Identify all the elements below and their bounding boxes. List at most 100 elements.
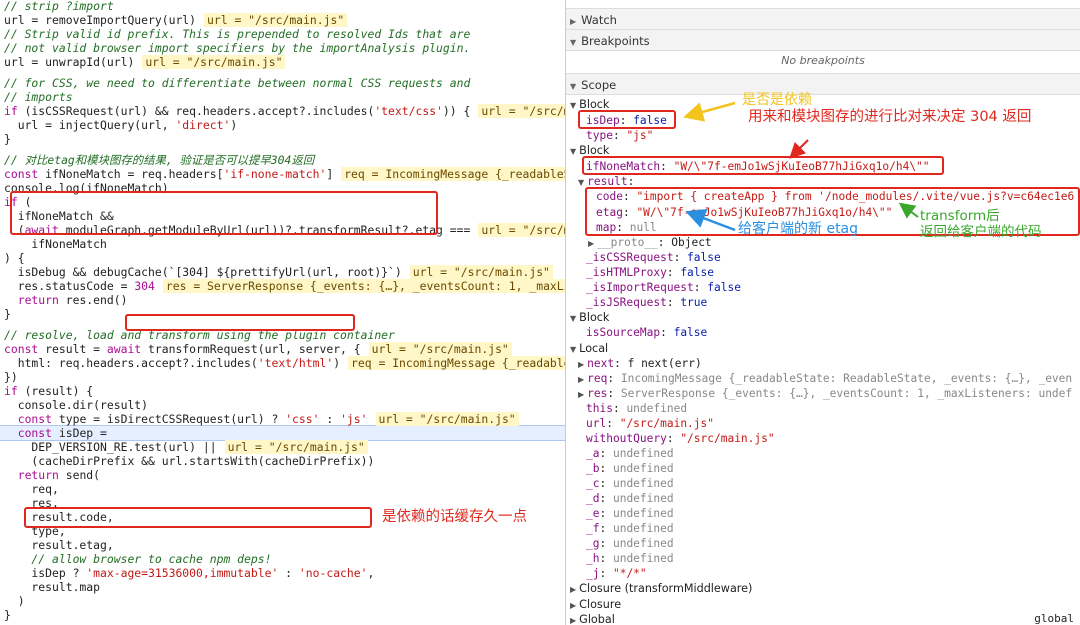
code-token: url = removeImportQuery(url) [4, 13, 197, 27]
chevron-right-icon[interactable]: ▶ [570, 585, 576, 594]
debugger-sidebar[interactable]: ▶ Watch ▼ Breakpoints No breakpoints ▼ Scop… [566, 0, 1080, 625]
scope-value: : [614, 357, 628, 370]
code-line: DEP_VERSION_RE.test(url) || url = "/src/m… [4, 440, 368, 454]
code-line: ) [4, 594, 25, 608]
scope-value: : [599, 462, 613, 475]
breakpoints-label: Breakpoints [581, 34, 650, 48]
compare-annotation: 用来和模块图存的进行比对来决定 304 返回 [748, 109, 1032, 125]
scope-entry: _d: undefined [586, 491, 674, 506]
scope-value: true [680, 296, 708, 309]
scope-entry: _a: undefined [586, 446, 674, 461]
inline-value: url = "/src/ma [478, 104, 565, 118]
code-token: 'css' [285, 412, 320, 426]
code-token: res, [4, 496, 59, 510]
chevron-down-icon[interactable]: ▼ [570, 345, 576, 354]
chevron-right-icon[interactable]: ▶ [578, 360, 584, 369]
code-line: const isDep = [4, 426, 107, 440]
code-line: // 对比etag和模块图存的结果, 验证是否可以提早304返回 [4, 153, 314, 167]
code-line: url = unwrapId(url) url = "/src/main.js" [4, 55, 286, 69]
scope-entry: _g: undefined [586, 536, 674, 551]
chevron-right-icon: ▶ [570, 17, 577, 26]
scope-property-name: code [596, 190, 623, 203]
scope-value: : [599, 507, 613, 520]
scope-entry[interactable]: ▶ Closure [570, 597, 621, 612]
code-line: const type = isDirectCSSRequest(url) ? '… [4, 412, 519, 426]
code-token: // allow browser to cache npm deps! [4, 552, 272, 566]
code-line: isDep ? 'max-age=31536000,immutable' : '… [4, 566, 374, 580]
code-line: url = injectQuery(url, 'direct') [4, 118, 237, 132]
scope-property-name: isSourceMap [586, 326, 661, 339]
scope-value: Closure [579, 598, 622, 611]
scope-property-name: _d [586, 492, 600, 505]
chevron-right-icon[interactable]: ▶ [570, 616, 576, 625]
code-token: DEP_VERSION_RE.test(url) || [4, 440, 217, 454]
scope-property-name: _isCSSRequest [586, 251, 674, 264]
scope-value: IncomingMessage {_readableState: Readabl… [620, 372, 1073, 385]
watch-section-header[interactable]: ▶ Watch [566, 8, 1080, 30]
scope-entry[interactable]: ▶ Global [570, 612, 615, 625]
scope-value: "import { createApp } from '/node_module… [636, 190, 1075, 203]
chevron-right-icon[interactable]: ▶ [578, 390, 584, 399]
breakpoints-section-header[interactable]: ▼ Breakpoints [566, 29, 1080, 51]
code-line: ifNoneMatch [4, 237, 106, 251]
chevron-down-icon[interactable]: ▼ [570, 314, 576, 323]
scope-section-header[interactable]: ▼ Scope [566, 73, 1080, 95]
chevron-right-icon[interactable]: ▶ [578, 375, 584, 384]
code-token: } [4, 132, 11, 146]
scope-property-name: isDep [586, 114, 620, 127]
inline-value: url = "/src/main.js" [224, 440, 368, 454]
scope-entry[interactable]: ▶ res: ServerResponse {_events: {…}, _eve… [578, 386, 1072, 401]
scope-value: undefined [612, 477, 674, 490]
chevron-down-icon[interactable]: ▼ [570, 147, 576, 156]
code-token: const [4, 167, 39, 181]
code-token: isDep ? [4, 566, 87, 580]
scope-property-name: res [587, 387, 608, 400]
scope-value: : [599, 477, 613, 490]
code-token: 'max-age=31536000,immutable' [86, 566, 279, 580]
scope-entry[interactable]: ▼ result: [578, 174, 634, 189]
code-line: // resolve, load and transform using the… [4, 328, 395, 342]
scope-value: : [606, 417, 620, 430]
scope-value: : [666, 432, 681, 445]
code-token: ] [326, 167, 334, 181]
scope-property-name: _a [586, 447, 600, 460]
chevron-down-icon[interactable]: ▼ [570, 101, 576, 110]
code-token: const [4, 342, 39, 356]
code-line: req, [4, 482, 58, 496]
code-token: (cacheDirPrefix && url.startsWith(cacheD… [4, 454, 375, 468]
chevron-right-icon[interactable]: ▶ [588, 239, 594, 248]
source-code-pane[interactable]: // strip ?import url = removeImportQuery(… [0, 0, 565, 625]
code-token: : [278, 566, 299, 580]
scope-entry[interactable]: ▶ next: f next(err) [578, 356, 702, 371]
code-token: ) { [4, 251, 25, 265]
scope-value: Block [579, 98, 610, 111]
scope-entry: type: "js" [586, 128, 653, 143]
code-line: res, [4, 496, 59, 510]
scope-entry[interactable]: ▼ Local [570, 341, 608, 356]
code-token: console.dir(result) [4, 398, 149, 412]
code-token: ) [4, 594, 25, 608]
code-token: result.map [4, 580, 101, 594]
scope-property-name: _j [586, 567, 600, 580]
scope-entry[interactable]: ▼ Block [570, 143, 609, 158]
scope-value: : [622, 206, 637, 219]
code-token: transformRequest(url, server, { [141, 342, 361, 356]
code-token: isDep = [52, 426, 107, 440]
chevron-down-icon[interactable]: ▼ [578, 178, 584, 187]
code-token: // resolve, load and transform using the… [4, 328, 395, 342]
no-breakpoints-text: No breakpoints [781, 54, 865, 67]
inline-value: req = IncomingMessage {_readableS [348, 356, 565, 370]
scope-value: undefined [612, 552, 674, 565]
scope-property-name: _isJSRequest [586, 296, 667, 309]
scope-entry[interactable]: ▼ Block [570, 310, 609, 325]
scope-entry[interactable]: ▼ Block [570, 97, 609, 112]
code-token: result.etag, [4, 538, 114, 552]
code-token: if [4, 195, 18, 209]
code-line: isDebug && debugCache(`[304] ${prettifyU… [4, 265, 553, 279]
scope-entry[interactable]: ▶ req: IncomingMessage {_readableState: R… [578, 371, 1072, 386]
scope-entry[interactable]: ▶ __proto__: Object [588, 235, 712, 250]
chevron-right-icon[interactable]: ▶ [570, 601, 576, 610]
scope-entry[interactable]: ▶ Closure (transformMiddleware) [570, 581, 752, 596]
